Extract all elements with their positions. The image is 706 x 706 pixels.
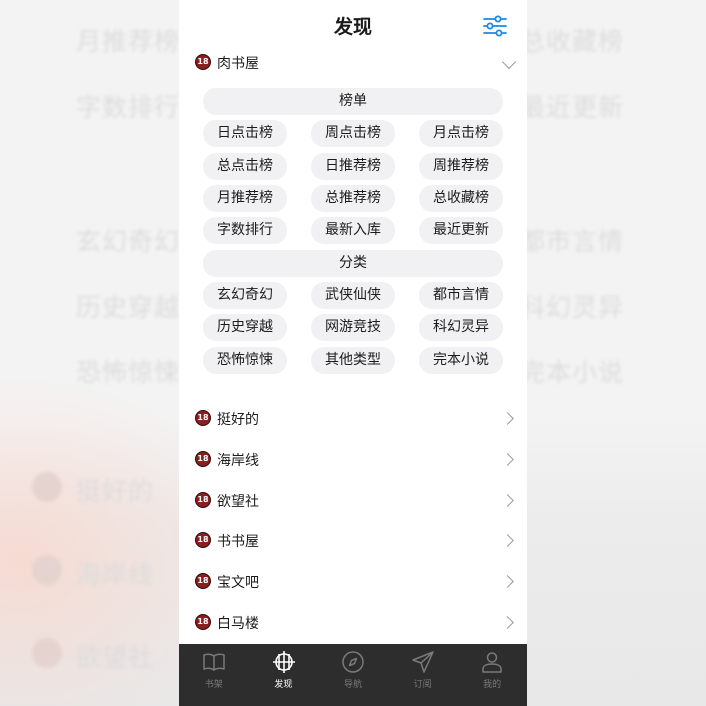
category-chip[interactable]: 网游竞技 bbox=[311, 314, 395, 341]
ghost-text: 玄幻奇幻 bbox=[76, 227, 181, 256]
ghost-text: 月推荐榜 bbox=[76, 27, 181, 56]
tab-bookshelf[interactable]: 书架 bbox=[179, 644, 249, 706]
ghost-badge bbox=[32, 638, 62, 668]
person-icon bbox=[482, 652, 503, 673]
category-chip[interactable]: 科幻灵异 bbox=[419, 314, 503, 341]
tab-subscribe[interactable]: 订阅 bbox=[388, 644, 458, 706]
source-label: 宝文吧 bbox=[217, 575, 259, 591]
grid-circle-icon bbox=[272, 651, 295, 673]
category-section-header: 分类 bbox=[203, 250, 503, 277]
category-chip[interactable]: 完本小说 bbox=[419, 347, 503, 374]
category-chip[interactable]: 武侠仙侠 bbox=[311, 282, 395, 309]
book-icon bbox=[203, 653, 225, 671]
phone-screen: 发现 18 肉书屋 榜单 日点击榜 周点击榜 月点击榜 总点击榜 日推荐榜 周推… bbox=[179, 0, 527, 706]
ranking-chip[interactable]: 周点击榜 bbox=[311, 120, 395, 147]
rating-18-icon: 18 bbox=[195, 451, 211, 467]
rating-18-icon: 18 bbox=[195, 532, 211, 548]
ghost-text: 恐怖惊悚 bbox=[76, 358, 181, 387]
tab-navigation[interactable]: 导航 bbox=[318, 644, 388, 706]
category-chip[interactable]: 历史穿越 bbox=[203, 314, 287, 341]
ghost-text: 最近更新 bbox=[520, 93, 625, 122]
ghost-badge bbox=[32, 555, 62, 585]
filter-button[interactable] bbox=[481, 12, 509, 40]
rating-18-icon: 18 bbox=[195, 614, 211, 630]
tab-label: 导航 bbox=[343, 680, 362, 690]
ghost-text: 海岸线 bbox=[76, 560, 155, 589]
ghost-text: 历史穿越 bbox=[76, 293, 181, 322]
tab-label: 订阅 bbox=[413, 680, 432, 690]
ranking-chip[interactable]: 周推荐榜 bbox=[419, 153, 503, 180]
tab-label: 书架 bbox=[204, 680, 223, 690]
ranking-chip[interactable]: 最新入库 bbox=[311, 217, 395, 244]
category-chip[interactable]: 都市言情 bbox=[419, 282, 503, 309]
chevron-right-icon bbox=[501, 616, 514, 629]
chevron-right-icon bbox=[501, 534, 514, 547]
source-label: 欲望社 bbox=[217, 494, 259, 510]
ranking-chip[interactable]: 日推荐榜 bbox=[311, 153, 395, 180]
chevron-right-icon bbox=[501, 575, 514, 588]
chevron-down-icon bbox=[501, 54, 517, 70]
ranking-chip[interactable]: 总推荐榜 bbox=[311, 185, 395, 212]
ghost-badge bbox=[32, 472, 62, 502]
compass-icon bbox=[342, 651, 364, 673]
source-label: 海岸线 bbox=[217, 453, 259, 469]
category-chip[interactable]: 玄幻奇幻 bbox=[203, 282, 287, 309]
chevron-right-icon bbox=[501, 453, 514, 466]
bottom-tab-bar: 书架 发现 导航 订阅 我的 bbox=[179, 644, 527, 706]
source-label: 书书屋 bbox=[217, 534, 259, 550]
ghost-text: 挺好的 bbox=[76, 477, 155, 506]
ranking-chip[interactable]: 总收藏榜 bbox=[419, 185, 503, 212]
ranking-chip[interactable]: 字数排行 bbox=[203, 217, 287, 244]
ghost-text: 完本小说 bbox=[520, 358, 625, 387]
ghost-text: 总收藏榜 bbox=[520, 27, 625, 56]
ranking-chip[interactable]: 总点击榜 bbox=[203, 153, 287, 180]
rating-18-icon: 18 bbox=[195, 410, 211, 426]
ghost-text: 字数排行 bbox=[76, 93, 181, 122]
ranking-chip[interactable]: 月点击榜 bbox=[419, 120, 503, 147]
top-header: 发现 bbox=[179, 0, 527, 48]
ranking-chip[interactable]: 月推荐榜 bbox=[203, 185, 287, 212]
tab-discover[interactable]: 发现 bbox=[249, 644, 319, 706]
ghost-text: 都市言情 bbox=[520, 227, 625, 256]
category-chip[interactable]: 恐怖惊悚 bbox=[203, 347, 287, 374]
source-label: 白马楼 bbox=[217, 616, 259, 632]
ranking-chip[interactable]: 最近更新 bbox=[419, 217, 503, 244]
chevron-right-icon bbox=[501, 494, 514, 507]
chevron-right-icon bbox=[501, 412, 514, 425]
rating-18-icon: 18 bbox=[195, 54, 211, 70]
tab-label: 发现 bbox=[274, 680, 293, 690]
category-chip[interactable]: 其他类型 bbox=[311, 347, 395, 374]
sliders-icon bbox=[483, 15, 507, 37]
source-label: 肉书屋 bbox=[217, 56, 259, 72]
ranking-chip[interactable]: 日点击榜 bbox=[203, 120, 287, 147]
send-icon bbox=[412, 651, 434, 673]
rating-18-icon: 18 bbox=[195, 573, 211, 589]
ranking-section-header: 榜单 bbox=[203, 88, 503, 115]
tab-mine[interactable]: 我的 bbox=[457, 644, 527, 706]
rating-18-icon: 18 bbox=[195, 492, 211, 508]
page-title: 发现 bbox=[333, 16, 372, 38]
tab-label: 我的 bbox=[483, 680, 502, 690]
ghost-text: 科幻灵异 bbox=[520, 293, 625, 322]
source-label: 挺好的 bbox=[217, 412, 259, 428]
ghost-text: 欲望社 bbox=[76, 643, 155, 672]
